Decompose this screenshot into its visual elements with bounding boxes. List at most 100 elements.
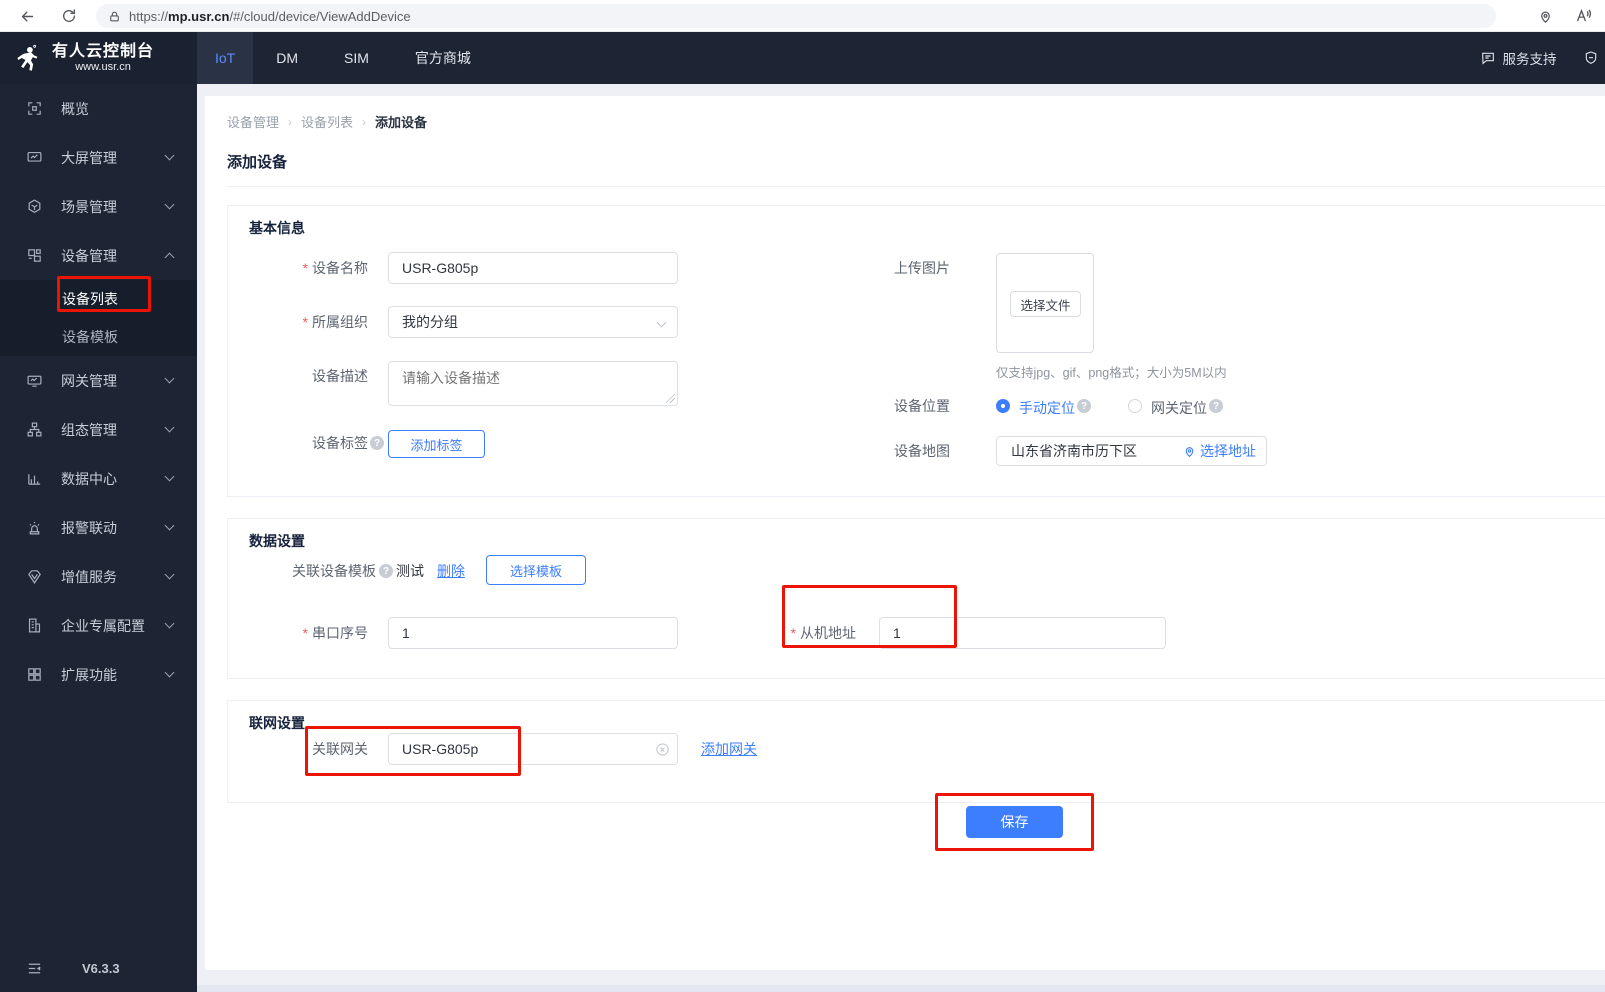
content-panel: 设备管理 › 设备列表 › 添加设备 添加设备 基本信息 *设备名称 *所属组织…: [205, 96, 1605, 970]
sidebar-item-device-template[interactable]: 设备模板: [0, 318, 197, 356]
overview-icon: [26, 100, 43, 117]
device-name-input[interactable]: [388, 252, 678, 284]
device-icon: [26, 247, 43, 264]
chevron-down-icon: [656, 317, 667, 328]
version-label: V6.3.3: [82, 961, 120, 976]
section-title-data: 数据设置: [249, 533, 305, 549]
gateway-location-option[interactable]: 网关定位: [1151, 398, 1207, 418]
linked-gateway-label: 关联网关: [312, 741, 368, 757]
tab-mall[interactable]: 官方商城: [392, 32, 494, 84]
linked-template-label: 关联设备模板: [292, 563, 376, 579]
clear-icon[interactable]: [655, 742, 670, 757]
select-template-button[interactable]: 选择模板: [486, 555, 586, 585]
sidebar-item-config-mgmt[interactable]: 组态管理: [0, 405, 197, 454]
chevron-down-icon: [164, 471, 175, 482]
config-tree-icon: [26, 421, 43, 438]
bar-chart-icon: [26, 470, 43, 487]
choose-address-link[interactable]: 选择地址: [1183, 441, 1256, 461]
main-content: 设备管理 › 设备列表 › 添加设备 添加设备 基本信息 *设备名称 *所属组织…: [197, 84, 1605, 992]
address-bar[interactable]: https://mp.usr.cn/#/cloud/device/ViewAdd…: [96, 4, 1496, 28]
sidebar-item-gateway-mgmt[interactable]: 网关管理: [0, 356, 197, 405]
sidebar-nav: 概览 大屏管理 场景管理 设备管理 设备列表 设备模板 网关管理 组态管理 数据…: [0, 84, 197, 992]
slave-address-label: * 从机地址: [790, 625, 856, 641]
serial-number-label: * 串口序号: [302, 625, 368, 641]
lock-icon[interactable]: [108, 10, 121, 23]
sidebar-item-enterprise-config[interactable]: 企业专属配置: [0, 601, 197, 650]
linked-gateway-input[interactable]: [388, 733, 678, 765]
user-center-link[interactable]: 用: [1583, 48, 1605, 68]
chevron-down-icon: [164, 520, 175, 531]
map-address-value: 山东省济南市历下区: [1011, 443, 1137, 459]
resize-handle[interactable]: [666, 394, 675, 403]
shield-icon: [1583, 50, 1599, 66]
building-icon: [26, 617, 43, 634]
section-basic-info: 基本信息 *设备名称 *所属组织 我的分组 设备描述 设备标签 ? 添加标签 上…: [227, 205, 1605, 497]
browser-refresh-icon[interactable]: [58, 5, 80, 27]
device-mgmt-submenu: 设备列表 设备模板: [0, 280, 197, 356]
help-icon[interactable]: ?: [370, 436, 384, 450]
sidebar-item-overview[interactable]: 概览: [0, 84, 197, 133]
radio-gateway-location[interactable]: [1128, 399, 1142, 413]
brand-logo[interactable]: 有人云控制台 www.usr.cn: [0, 32, 197, 84]
section-data-settings: 数据设置 关联设备模板 ? 测试 删除 选择模板 *串口序号 *从机地址: [227, 518, 1605, 679]
breadcrumb-device-list[interactable]: 设备列表: [301, 112, 353, 131]
alarm-icon: [26, 519, 43, 536]
sidebar-item-device-list[interactable]: 设备列表: [0, 280, 197, 318]
description-textarea[interactable]: [388, 361, 678, 406]
tab-iot[interactable]: IoT: [197, 32, 254, 84]
organization-label: * 所属组织: [302, 314, 368, 330]
breadcrumb-device-mgmt[interactable]: 设备管理: [227, 112, 279, 131]
chevron-down-icon: [164, 422, 175, 433]
section-title-basic: 基本信息: [249, 220, 305, 236]
section-title-network: 联网设置: [249, 715, 305, 731]
serial-number-input[interactable]: [388, 617, 678, 649]
chevron-down-icon: [164, 618, 175, 629]
choose-file-button[interactable]: 选择文件: [1010, 291, 1081, 317]
gem-icon: [26, 568, 43, 585]
horizontal-scrollbar-track[interactable]: [197, 985, 1605, 992]
brand-url: www.usr.cn: [75, 61, 131, 73]
divider: [227, 186, 1605, 187]
help-icon[interactable]: ?: [1077, 399, 1091, 413]
chevron-down-icon: [164, 569, 175, 580]
radio-manual-location[interactable]: [996, 399, 1010, 413]
sidebar-item-extensions[interactable]: 扩展功能: [0, 650, 197, 699]
browser-chrome: https://mp.usr.cn/#/cloud/device/ViewAdd…: [0, 0, 1605, 32]
breadcrumb: 设备管理 › 设备列表 › 添加设备: [227, 112, 427, 131]
sidebar-item-data-center[interactable]: 数据中心: [0, 454, 197, 503]
browser-back-icon[interactable]: [16, 5, 38, 27]
location-pin-icon[interactable]: [1534, 5, 1556, 27]
tab-sim[interactable]: SIM: [321, 32, 392, 84]
tab-dm[interactable]: DM: [253, 32, 321, 84]
sidebar-item-value-added[interactable]: 增值服务: [0, 552, 197, 601]
add-tag-button[interactable]: 添加标签: [388, 430, 485, 458]
help-icon[interactable]: ?: [1209, 399, 1223, 413]
gateway-icon: [26, 372, 43, 389]
chevron-down-icon: [164, 150, 175, 161]
manual-location-option[interactable]: 手动定位: [1019, 398, 1075, 418]
support-link[interactable]: 服务支持: [1480, 48, 1557, 68]
chevron-down-icon: [164, 667, 175, 678]
delete-template-link[interactable]: 删除: [437, 559, 465, 583]
chevron-up-icon: [164, 252, 175, 263]
sidebar-item-alarm-linkage[interactable]: 报警联动: [0, 503, 197, 552]
usr-person-logo-icon: [13, 43, 43, 73]
device-map-field[interactable]: 山东省济南市历下区 选择地址: [996, 436, 1267, 466]
sidebar-item-device-mgmt[interactable]: 设备管理: [0, 231, 197, 280]
chat-icon: [1480, 50, 1496, 66]
breadcrumb-add-device: 添加设备: [375, 115, 428, 130]
sidebar-item-scene-mgmt[interactable]: 场景管理: [0, 182, 197, 231]
help-icon[interactable]: ?: [379, 564, 393, 578]
tags-label: 设备标签: [312, 435, 368, 451]
slave-address-input[interactable]: [879, 617, 1166, 649]
organization-select[interactable]: 我的分组: [388, 306, 678, 338]
brand-title: 有人云控制台: [52, 43, 155, 60]
save-button[interactable]: 保存: [966, 806, 1063, 838]
upload-hint: 仅支持jpg、gif、png格式；大小为5M以内: [996, 366, 1227, 380]
read-aloud-icon[interactable]: [1572, 5, 1594, 27]
add-gateway-link[interactable]: 添加网关: [701, 739, 757, 759]
upload-dropzone[interactable]: 选择文件: [996, 253, 1094, 353]
sidebar-item-screen-mgmt[interactable]: 大屏管理: [0, 133, 197, 182]
top-navbar: 有人云控制台 www.usr.cn IoT DM SIM 官方商城: [0, 32, 1605, 84]
collapse-sidebar-icon[interactable]: [26, 960, 43, 977]
